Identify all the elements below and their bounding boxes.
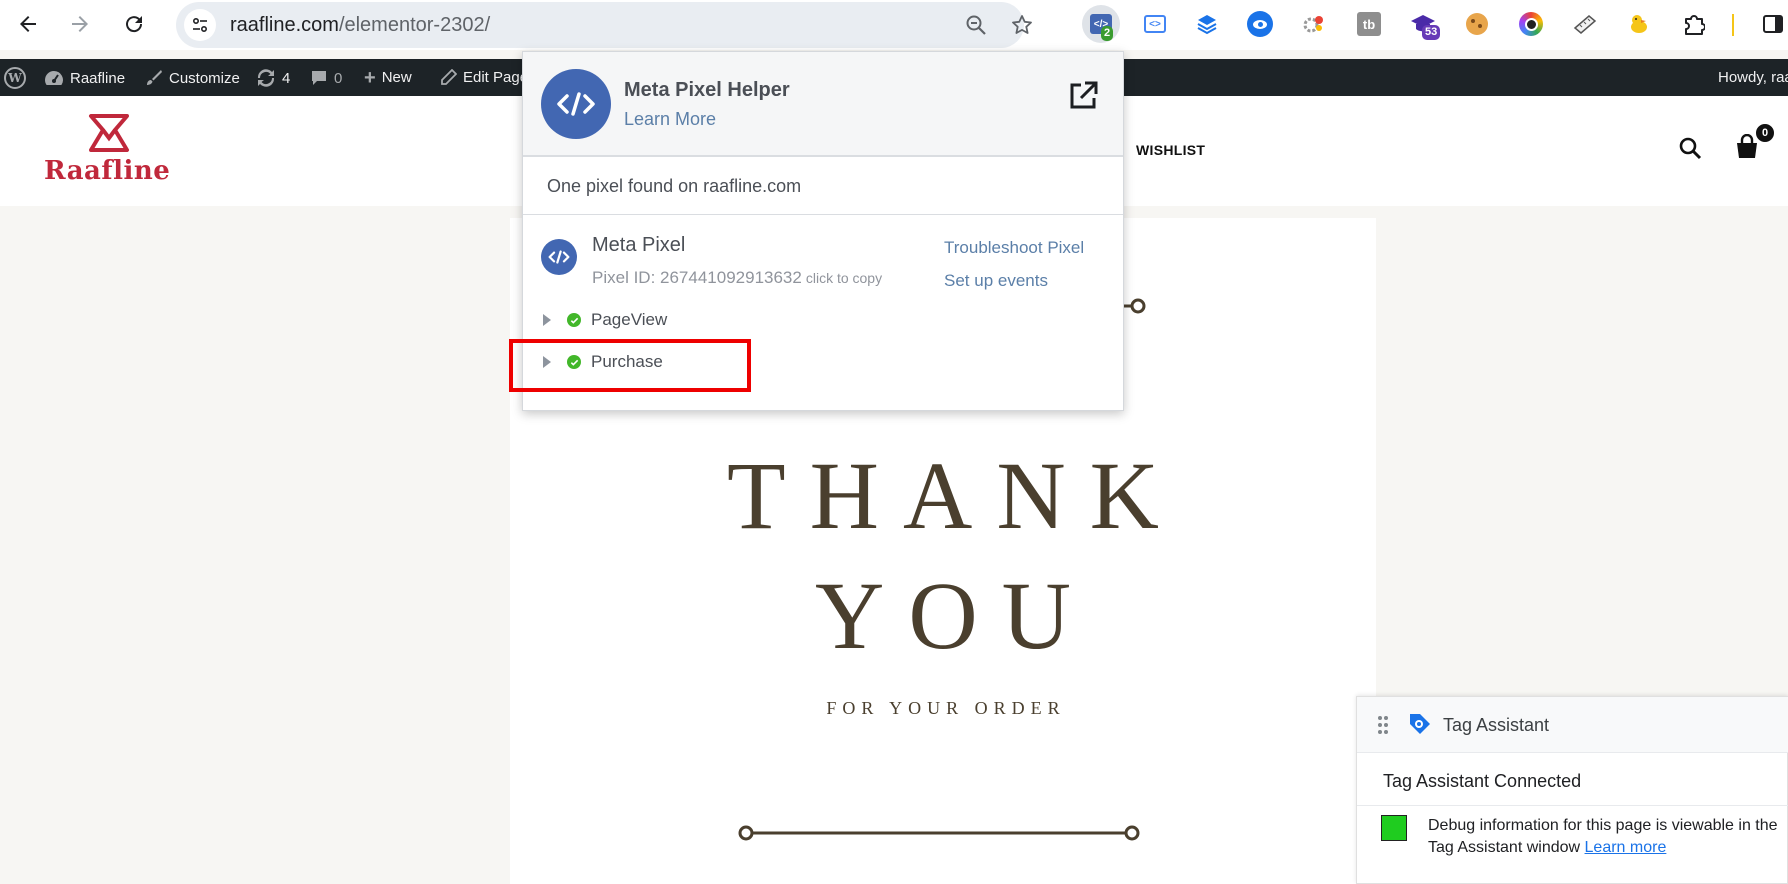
admin-howdy-text: Howdy, raa xyxy=(1718,69,1788,86)
pixel-code-icon xyxy=(541,239,577,275)
nav-wishlist[interactable]: WISHLIST xyxy=(1136,142,1205,158)
colorful-gear-icon[interactable] xyxy=(1299,9,1329,39)
tb-icon[interactable]: tb xyxy=(1354,9,1384,39)
forward-button[interactable] xyxy=(64,8,96,40)
admin-customize-link[interactable]: Customize xyxy=(145,69,240,87)
order-subheading: FOR YOUR ORDER xyxy=(826,698,1066,718)
puzzle-icon[interactable] xyxy=(1679,9,1709,39)
pixel-id-value: Pixel ID: 267441092913632 xyxy=(592,268,802,287)
extension-badge: 53 xyxy=(1422,25,1441,40)
meta-pixel-logo-icon xyxy=(541,69,611,139)
setup-events-link[interactable]: Set up events xyxy=(944,271,1048,291)
address-bar[interactable]: raafline.com/elementor-2302/ xyxy=(176,2,1032,48)
google-tag-icon[interactable]: <> xyxy=(1140,9,1170,39)
logo-mark-icon xyxy=(89,114,129,152)
click-to-copy-hint[interactable]: click to copy xyxy=(806,270,882,286)
color-circle-icon[interactable] xyxy=(1516,9,1546,39)
popup-title: Meta Pixel Helper xyxy=(624,79,790,101)
eye-icon[interactable] xyxy=(1245,9,1275,39)
updates-icon xyxy=(257,69,275,87)
cookie-icon[interactable] xyxy=(1462,9,1492,39)
layers-icon[interactable] xyxy=(1192,9,1222,39)
event-name: PageView xyxy=(591,310,668,329)
reload-icon xyxy=(126,16,143,33)
admin-updates-count: 4 xyxy=(282,69,291,87)
arrow-left-icon xyxy=(20,16,36,32)
back-button[interactable] xyxy=(12,8,44,40)
admin-customize-label: Customize xyxy=(169,69,240,87)
admin-site-name: Raafline xyxy=(70,69,126,87)
cart-count-badge: 0 xyxy=(1754,122,1776,144)
graduation-cap-icon[interactable]: 53 xyxy=(1408,9,1441,40)
tag-assistant-title: Tag Assistant xyxy=(1443,715,1550,735)
learn-more-link[interactable]: Learn More xyxy=(624,109,716,130)
admin-edit-page-label: Edit Page xyxy=(463,69,529,86)
pixel-id[interactable]: Pixel ID: 267441092913632 click to copy xyxy=(592,268,882,288)
admin-site-link[interactable]: Raafline xyxy=(44,69,125,87)
expand-triangle-icon xyxy=(543,314,551,326)
you-heading: YOU xyxy=(815,562,1095,669)
arrow-right-icon xyxy=(72,16,88,32)
drag-handle-icon[interactable] xyxy=(1377,715,1389,740)
pixels-found-text: One pixel found on raafline.com xyxy=(547,176,802,196)
toolbar-divider xyxy=(1732,14,1734,36)
tag-assistant-panel: Tag Assistant Tag Assistant Connected De… xyxy=(1356,696,1788,884)
pixel-name: Meta Pixel xyxy=(592,234,686,256)
browser-toolbar: raafline.com/elementor-2302/ </> 2 <> tb… xyxy=(0,0,1788,50)
thank-heading: THANK xyxy=(727,442,1183,549)
zoom-icon[interactable] xyxy=(964,13,988,37)
admin-comments-link[interactable]: 0 xyxy=(310,69,342,87)
duck-icon[interactable] xyxy=(1624,9,1654,39)
ruler-icon[interactable] xyxy=(1570,9,1600,39)
url-text: raafline.com/elementor-2302/ xyxy=(230,14,491,36)
popup-divider xyxy=(523,214,1123,215)
admin-comments-count: 0 xyxy=(334,69,343,87)
admin-new-link[interactable]: + New xyxy=(364,66,412,89)
plus-icon: + xyxy=(364,66,376,89)
reload-button[interactable] xyxy=(118,8,150,40)
tag-assistant-logo-icon xyxy=(1407,711,1433,742)
comment-icon xyxy=(312,71,326,85)
site-settings-icon[interactable] xyxy=(184,9,216,41)
troubleshoot-pixel-link[interactable]: Troubleshoot Pixel xyxy=(944,238,1084,258)
check-circle-icon xyxy=(567,313,581,327)
tag-assistant-header: Tag Assistant xyxy=(1357,697,1788,753)
tag-assistant-divider xyxy=(1357,805,1788,806)
event-pageview[interactable]: PageView xyxy=(543,310,667,330)
meta-pixel-helper-icon[interactable]: </> 2 xyxy=(1082,5,1120,43)
divider-bottom xyxy=(738,825,1140,841)
tag-learn-more-link[interactable]: Learn more xyxy=(1585,839,1667,856)
bookmark-star-icon[interactable] xyxy=(1010,13,1034,37)
logo-text: Raafline xyxy=(44,156,171,186)
open-external-icon[interactable] xyxy=(1067,80,1099,112)
tag-assistant-debug-text: Debug information for this page is viewa… xyxy=(1428,815,1788,859)
admin-updates-link[interactable]: 4 xyxy=(256,69,290,87)
extension-badge: 2 xyxy=(1101,26,1114,41)
tag-assistant-status: Tag Assistant Connected xyxy=(1383,771,1582,791)
brush-icon xyxy=(147,70,162,85)
status-square-icon xyxy=(1381,815,1407,841)
pencil-icon xyxy=(441,69,457,85)
highlight-annotation-box xyxy=(509,339,751,392)
dashboard-icon xyxy=(45,71,63,85)
admin-edit-page-link[interactable]: Edit Page xyxy=(440,69,528,86)
search-icon[interactable] xyxy=(1678,136,1702,165)
popup-header: Meta Pixel Helper Learn More xyxy=(523,52,1123,157)
wordpress-logo-icon[interactable]: W xyxy=(4,67,26,89)
admin-new-label: New xyxy=(381,69,412,86)
side-panel-icon[interactable] xyxy=(1758,9,1788,39)
admin-account-link[interactable]: Howdy, raa xyxy=(1718,69,1788,86)
